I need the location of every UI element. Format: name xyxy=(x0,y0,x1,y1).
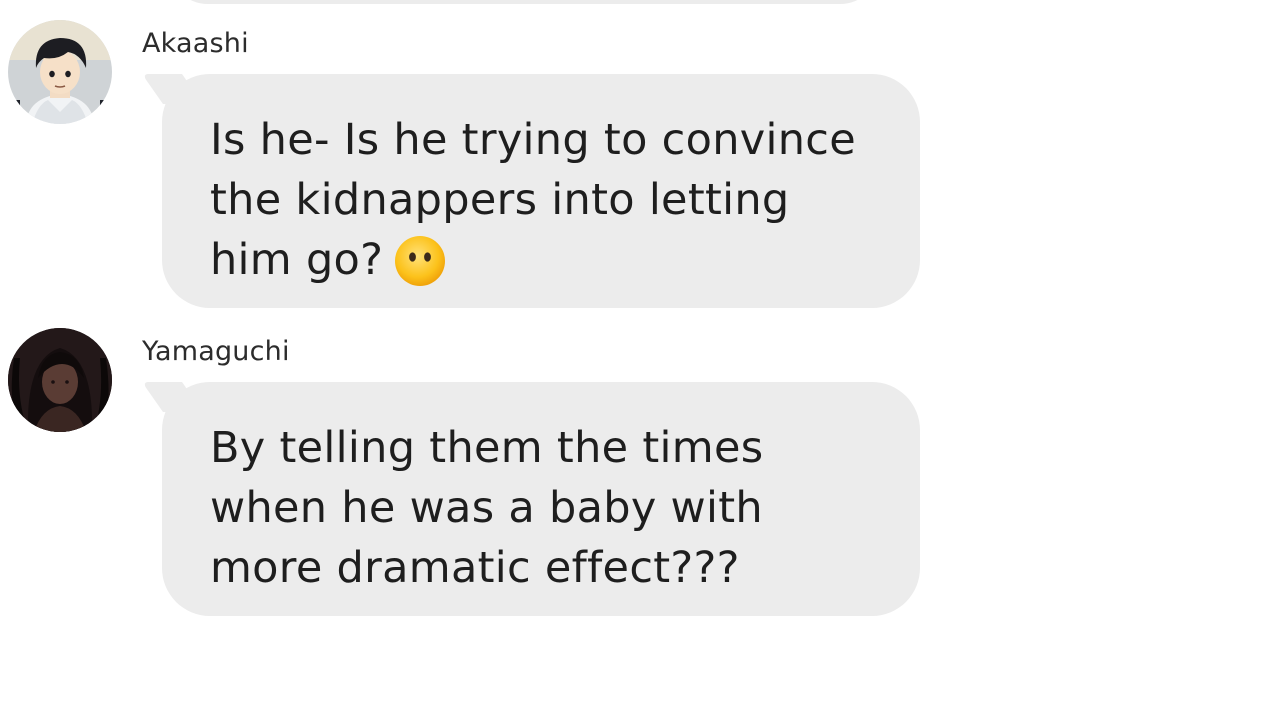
message-bubble[interactable]: Is he- Is he trying to convince the kidna… xyxy=(142,74,920,308)
message-line: By telling them the times xyxy=(210,423,764,473)
bubble-tail xyxy=(142,74,204,104)
message-line: him go? xyxy=(210,235,384,285)
chat-thread: Akaashi Is he- Is he trying to convince t… xyxy=(0,0,1280,720)
avatar-akaashi[interactable] xyxy=(8,20,112,124)
message-bubble[interactable]: By telling them the times when he was a b… xyxy=(142,382,920,616)
avatar-yamaguchi-image xyxy=(8,328,112,432)
neutral-face-emoji-icon xyxy=(393,234,447,288)
message-text: Is he- Is he trying to convince the kidna… xyxy=(210,110,872,290)
bubble-tail xyxy=(142,382,204,412)
avatar-yamaguchi[interactable] xyxy=(8,328,112,432)
message-line: more dramatic effect??? xyxy=(210,543,740,593)
previous-message-bubble xyxy=(168,0,880,4)
message-line: the kidnappers into letting xyxy=(210,175,790,225)
message-line: Is he- Is he trying to convince xyxy=(210,115,857,165)
avatar-akaashi-image xyxy=(8,20,112,124)
sender-name: Yamaguchi xyxy=(142,336,290,367)
message-line: when he was a baby with xyxy=(210,483,763,533)
sender-name: Akaashi xyxy=(142,28,249,59)
message-text: By telling them the times when he was a b… xyxy=(210,418,872,598)
message-line-with-emoji: him go? xyxy=(210,230,872,290)
